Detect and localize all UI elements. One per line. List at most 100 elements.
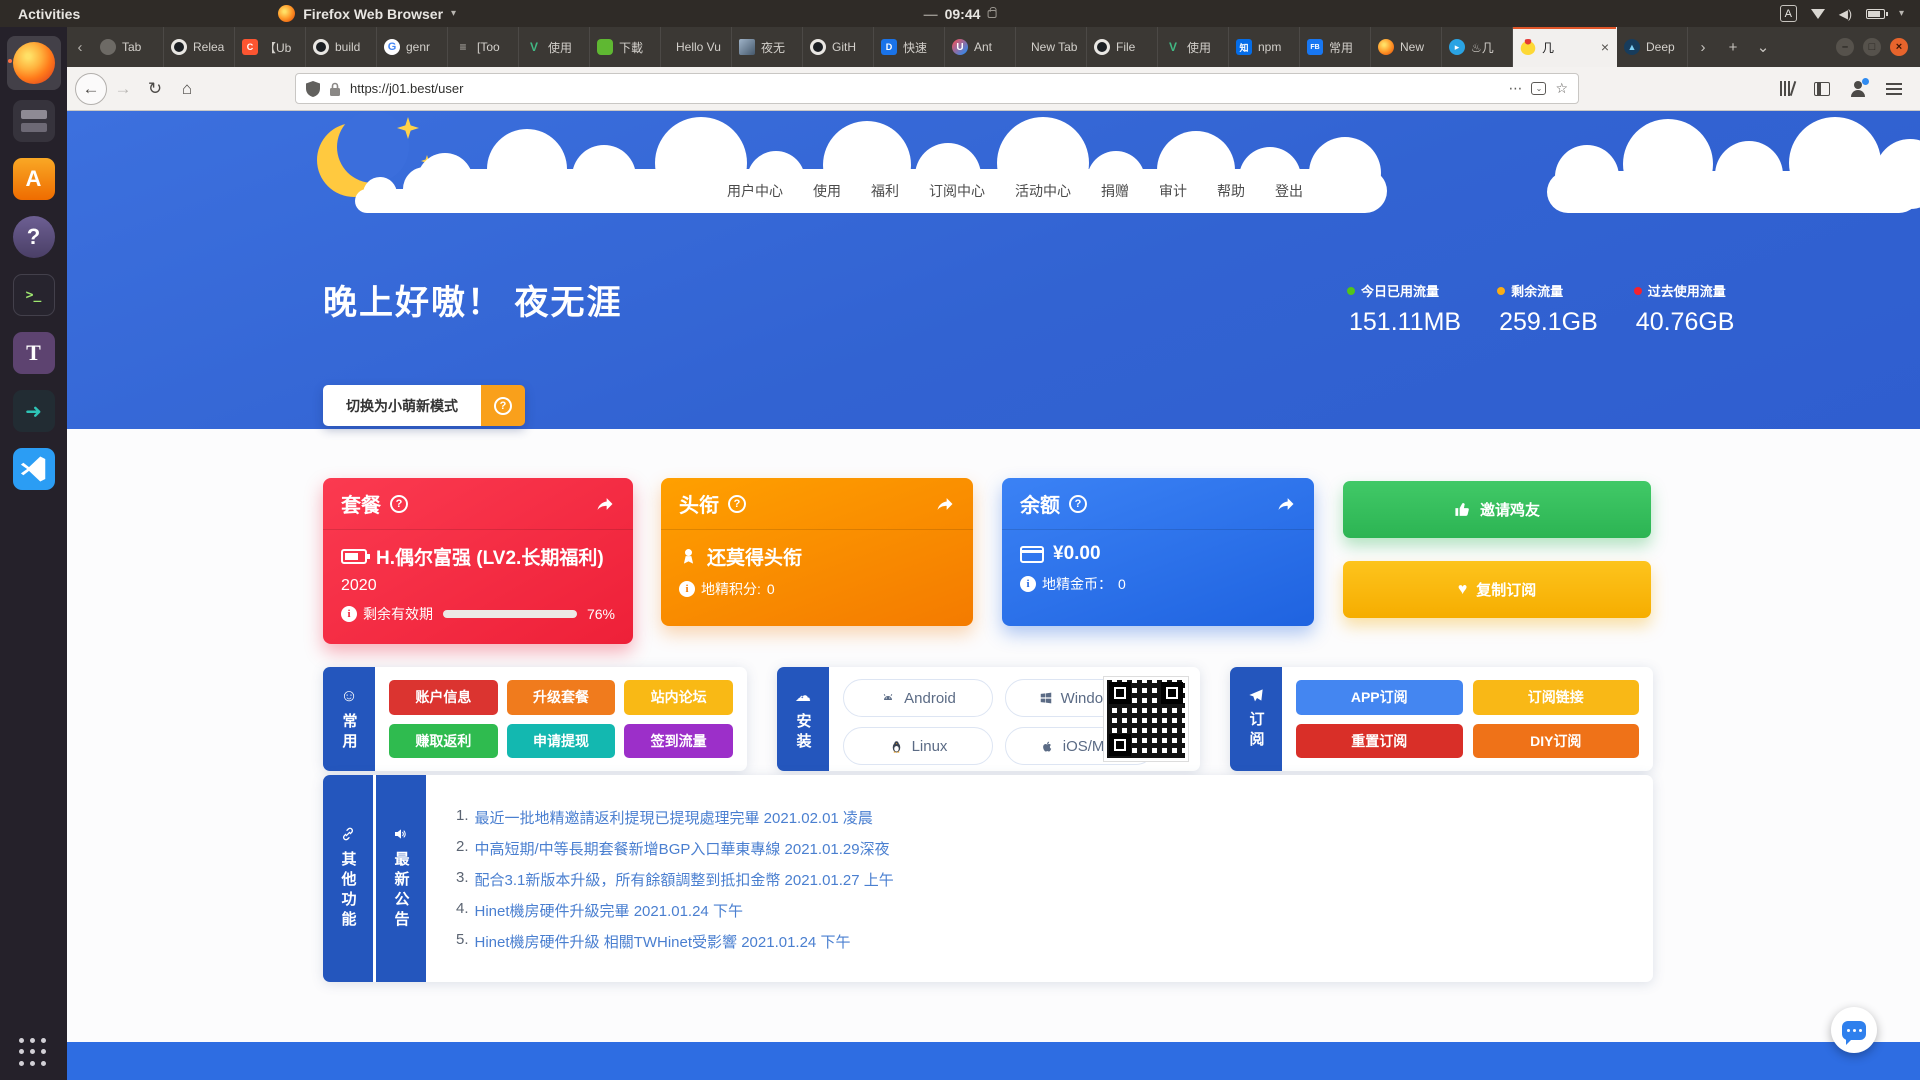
browser-tab[interactable]: File	[1087, 27, 1158, 67]
question-icon[interactable]: ?	[390, 495, 408, 513]
nav-item-user-center[interactable]: 用户中心	[727, 181, 783, 201]
browser-tab[interactable]: UAnt	[945, 27, 1016, 67]
browser-tab[interactable]: New Tab	[1016, 27, 1087, 67]
earn-rebate-button[interactable]: 赚取返利	[389, 724, 498, 759]
chat-widget-button[interactable]	[1831, 1007, 1877, 1053]
copy-subscription-button[interactable]: ♥ 复制订阅	[1343, 561, 1651, 618]
browser-tab[interactable]: FB常用	[1300, 27, 1371, 67]
dock-item-vscode[interactable]	[7, 442, 61, 496]
subscribe-tab[interactable]: 订阅	[1230, 667, 1282, 771]
minimize-button[interactable]: –	[1836, 38, 1854, 56]
share-icon[interactable]	[1276, 494, 1296, 514]
other-functions-tab[interactable]: 其他功能	[323, 775, 373, 982]
bookmark-star-icon[interactable]: ☆	[1555, 80, 1568, 97]
page-actions-button[interactable]: ⋯	[1508, 80, 1522, 97]
common-tab[interactable]: ☺ 常用	[323, 667, 375, 771]
account-icon[interactable]	[1850, 81, 1866, 97]
mode-help-segment[interactable]: ?	[481, 385, 525, 426]
browser-tab[interactable]: build	[306, 27, 377, 67]
browser-tab[interactable]: C【Ub	[235, 27, 306, 67]
checkin-traffic-button[interactable]: 签到流量	[624, 724, 733, 759]
account-info-button[interactable]: 账户信息	[389, 680, 498, 715]
nav-item-benefits[interactable]: 福利	[871, 181, 899, 201]
share-icon[interactable]	[595, 494, 615, 514]
browser-tab[interactable]: 知npm	[1229, 27, 1300, 67]
upgrade-plan-button[interactable]: 升级套餐	[507, 680, 616, 715]
app-subscription-button[interactable]: APP订阅	[1296, 680, 1463, 715]
announcement-link[interactable]: Hinet機房硬件升級 相關TWHinet受影響 2021.01.24 下午	[475, 931, 851, 952]
announcement-link[interactable]: 中高短期/中等長期套餐新增BGP入口華東專線 2021.01.29深夜	[475, 838, 890, 859]
dock-item-files[interactable]	[7, 94, 61, 148]
padlock-icon[interactable]	[329, 82, 341, 96]
nav-item-usage[interactable]: 使用	[813, 181, 841, 201]
browser-tab[interactable]: GitH	[803, 27, 874, 67]
linux-download-button[interactable]: Linux	[843, 727, 993, 765]
close-tab-icon[interactable]: ×	[1599, 39, 1609, 55]
withdraw-button[interactable]: 申请提现	[507, 724, 616, 759]
nav-item-subscription-center[interactable]: 订阅中心	[929, 181, 985, 201]
library-icon[interactable]	[1780, 81, 1794, 96]
nav-item-donate[interactable]: 捐赠	[1101, 181, 1129, 201]
home-button[interactable]: ⌂	[171, 73, 203, 105]
browser-tab[interactable]: 夜无	[732, 27, 803, 67]
browser-tab-active[interactable]: 几 ×	[1513, 27, 1617, 67]
announcement-link[interactable]: 最近一批地精邀請返利提現已提現處理完畢 2021.02.01 凌晨	[475, 807, 873, 828]
nav-item-help[interactable]: 帮助	[1217, 181, 1245, 201]
dock-item-help[interactable]: ?	[7, 210, 61, 264]
diy-subscription-button[interactable]: DIY订阅	[1473, 724, 1640, 759]
nav-item-audit[interactable]: 审计	[1159, 181, 1187, 201]
switch-newbie-mode-button[interactable]: 切换为小萌新模式 ?	[323, 385, 525, 426]
browser-tab[interactable]: Relea	[164, 27, 235, 67]
scroll-tabs-left-button[interactable]: ‹	[67, 27, 93, 67]
install-tab[interactable]: ☁↓ 安装	[777, 667, 829, 771]
browser-tab[interactable]: ▲Deep	[1617, 27, 1688, 67]
nav-item-activity-center[interactable]: 活动中心	[1015, 181, 1071, 201]
forum-button[interactable]: 站内论坛	[624, 680, 733, 715]
browser-tab[interactable]: V使用	[519, 27, 590, 67]
announcement-link[interactable]: Hinet機房硬件升級完畢 2021.01.24 下午	[475, 900, 743, 921]
browser-tab[interactable]: ▸♨几	[1442, 27, 1513, 67]
dock-item-terminal[interactable]: >_	[7, 268, 61, 322]
new-tab-button[interactable]: +	[1718, 27, 1748, 67]
reload-button[interactable]: ↻	[139, 73, 171, 105]
android-download-button[interactable]: Android	[843, 679, 993, 717]
sidebar-icon[interactable]	[1814, 82, 1830, 96]
maximize-button[interactable]: □	[1863, 38, 1881, 56]
question-icon[interactable]: ?	[1069, 495, 1087, 513]
forward-button[interactable]: →	[107, 73, 139, 105]
invite-friends-button[interactable]: 邀请鸡友	[1343, 481, 1651, 538]
tracking-protection-shield-icon[interactable]	[306, 81, 320, 97]
share-icon[interactable]	[935, 494, 955, 514]
app-menu[interactable]: Firefox Web Browser ▾	[278, 5, 456, 22]
browser-tab[interactable]: ≡[Too	[448, 27, 519, 67]
close-window-button[interactable]: ×	[1890, 38, 1908, 56]
announcement-link[interactable]: 配合3.1新版本升級，所有餘額調整到抵扣金幣 2021.01.27 上午	[475, 869, 894, 890]
nav-item-logout[interactable]: 登出	[1275, 181, 1303, 201]
subscription-link-button[interactable]: 订阅链接	[1473, 680, 1640, 715]
browser-tab[interactable]: New	[1371, 27, 1442, 67]
back-button[interactable]: ←	[75, 73, 107, 105]
url-text[interactable]: https://j01.best/user	[350, 81, 1499, 96]
browser-tab[interactable]: Tab	[93, 27, 164, 67]
scroll-tabs-right-button[interactable]: ›	[1688, 27, 1718, 67]
browser-tab[interactable]: V使用	[1158, 27, 1229, 67]
latest-announcements-tab[interactable]: 最新公告	[376, 775, 426, 982]
browser-tab[interactable]: 下載	[590, 27, 661, 67]
reset-subscription-button[interactable]: 重置订阅	[1296, 724, 1463, 759]
question-icon[interactable]: ?	[728, 495, 746, 513]
system-tray[interactable]: A ◀) ▾	[1780, 5, 1920, 22]
dock-item-firefox[interactable]	[7, 36, 61, 90]
url-bar[interactable]: https://j01.best/user ⋯ ⌄ ☆	[295, 73, 1579, 104]
menu-icon[interactable]	[1886, 83, 1902, 95]
browser-tab[interactable]: D快速	[874, 27, 945, 67]
browser-tab[interactable]: Ggenr	[377, 27, 448, 67]
dock-item-ubuntu-software[interactable]: A	[7, 152, 61, 206]
browser-tab[interactable]: Hello Vu	[661, 27, 732, 67]
save-to-pocket-icon[interactable]: ⌄	[1531, 82, 1546, 95]
dock-item-remote-terminal[interactable]: ➜	[7, 384, 61, 438]
dock-item-text-editor[interactable]: T	[7, 326, 61, 380]
list-all-tabs-button[interactable]: ⌄	[1748, 27, 1778, 67]
clock[interactable]: — 09:44	[924, 6, 997, 22]
activities-button[interactable]: Activities	[0, 6, 98, 22]
show-applications-button[interactable]	[19, 1038, 49, 1068]
